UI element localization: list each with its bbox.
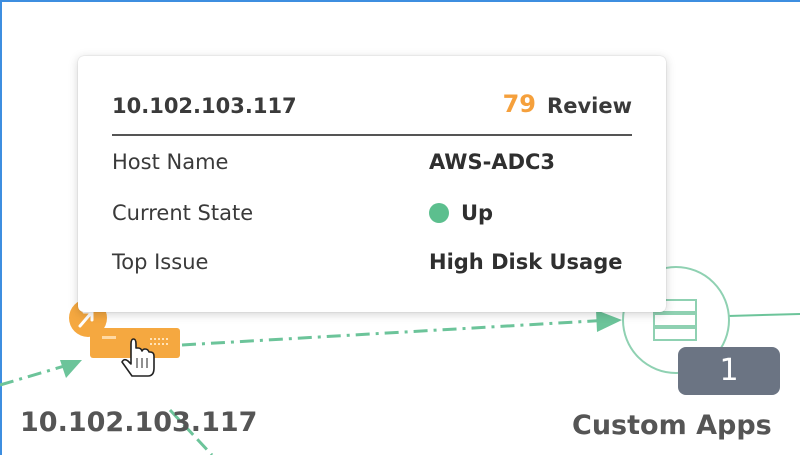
current-state-value-wrap: Up: [429, 201, 493, 225]
state-up-dot-icon: [429, 203, 449, 223]
host-name-value: AWS-ADC3: [429, 150, 556, 174]
current-state-value: Up: [461, 201, 494, 225]
health-score: 79: [502, 90, 536, 118]
top-issue-label: Top Issue: [112, 250, 209, 274]
row-current-state: Current State Up: [112, 201, 632, 241]
apps-node-label: Custom Apps: [572, 410, 772, 441]
row-host-name: Host Name AWS-ADC3: [112, 150, 632, 190]
adc-node-label: 10.102.103.117: [20, 407, 258, 438]
link-adc-to-apps: [181, 318, 611, 347]
link-apps-out: [727, 313, 800, 317]
link-adc-to-apps-arrow: [596, 310, 622, 332]
link-incoming-arrow: [60, 360, 82, 378]
tooltip-ip: 10.102.103.117: [112, 94, 297, 118]
apps-count-badge: 1: [678, 347, 780, 395]
current-state-label: Current State: [112, 201, 254, 225]
tooltip-header: 10.102.103.117 79 Review: [112, 90, 632, 136]
row-top-issue: Top Issue High Disk Usage: [112, 250, 632, 290]
top-issue-value: High Disk Usage: [429, 250, 623, 274]
node-tooltip: 10.102.103.117 79 Review Host Name AWS-A…: [78, 56, 666, 312]
health-status: Review: [547, 94, 632, 118]
host-name-label: Host Name: [112, 150, 229, 174]
